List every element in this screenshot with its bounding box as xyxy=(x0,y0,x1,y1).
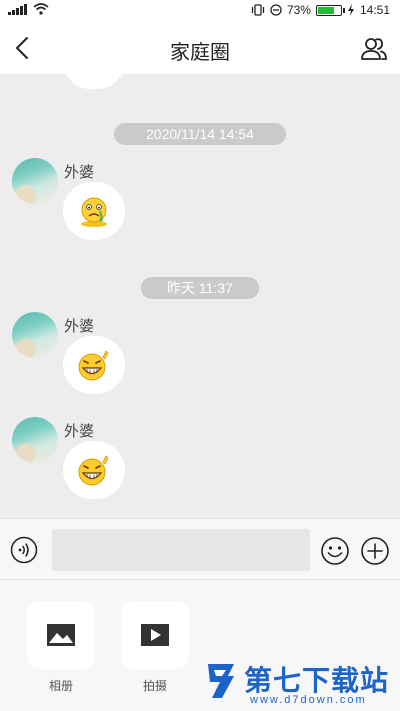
watermark-text: 第七下载站 xyxy=(244,665,390,696)
watermark-logo-icon xyxy=(208,664,234,698)
voice-icon[interactable] xyxy=(10,536,38,564)
sender-name: 外婆 xyxy=(64,423,95,440)
emoji-icon[interactable] xyxy=(320,536,350,566)
timestamp-pill: 2020/11/14 14:54 xyxy=(114,123,286,145)
message-bubble-partial[interactable] xyxy=(63,74,125,89)
avatar[interactable] xyxy=(12,417,58,463)
sender-name: 外婆 xyxy=(64,164,95,181)
message-bubble[interactable] xyxy=(63,336,125,394)
group-members-icon[interactable] xyxy=(360,34,388,62)
grinning-emoji xyxy=(78,455,109,486)
album-tile[interactable] xyxy=(27,601,95,669)
plus-icon[interactable] xyxy=(360,536,390,566)
dnd-icon xyxy=(270,4,282,16)
message-input[interactable] xyxy=(52,529,310,571)
battery-icon xyxy=(315,4,345,16)
status-time: 14:51 xyxy=(359,3,390,17)
album-button[interactable]: 相册 xyxy=(27,601,95,694)
input-bar xyxy=(0,518,400,580)
message-bubble[interactable] xyxy=(63,441,125,499)
vibrate-icon xyxy=(251,4,265,16)
signal-bars-icon xyxy=(8,3,27,15)
grinning-emoji xyxy=(78,350,109,381)
timestamp-pill: 昨天 11:37 xyxy=(141,277,259,299)
charging-icon xyxy=(347,4,354,16)
album-label: 相册 xyxy=(48,679,73,693)
shoot-button[interactable]: 拍摄 xyxy=(121,601,189,694)
video-icon xyxy=(141,624,169,646)
message-bubble[interactable] xyxy=(63,182,125,240)
shoot-tile[interactable] xyxy=(121,601,189,669)
nav-header: 家庭圈 xyxy=(0,22,400,74)
status-bar: 73% 14:51 xyxy=(0,0,400,22)
image-icon xyxy=(47,624,75,646)
battery-level xyxy=(317,6,335,14)
avatar[interactable] xyxy=(12,312,58,358)
crying-emoji xyxy=(81,197,107,227)
wifi-icon xyxy=(33,3,49,15)
status-left xyxy=(8,3,49,15)
battery-percent: 73% xyxy=(286,3,311,17)
page-title: 家庭圈 xyxy=(170,42,230,64)
chat-area[interactable]: 2020/11/14 14:54 外婆 昨天 11:37 外婆 外婆 xyxy=(0,74,400,518)
status-right: 73% 14:51 xyxy=(251,3,390,17)
sender-name: 外婆 xyxy=(64,318,95,335)
watermark-url: www.d7down.com xyxy=(250,694,367,706)
avatar[interactable] xyxy=(12,158,58,204)
shoot-label: 拍摄 xyxy=(142,679,167,693)
